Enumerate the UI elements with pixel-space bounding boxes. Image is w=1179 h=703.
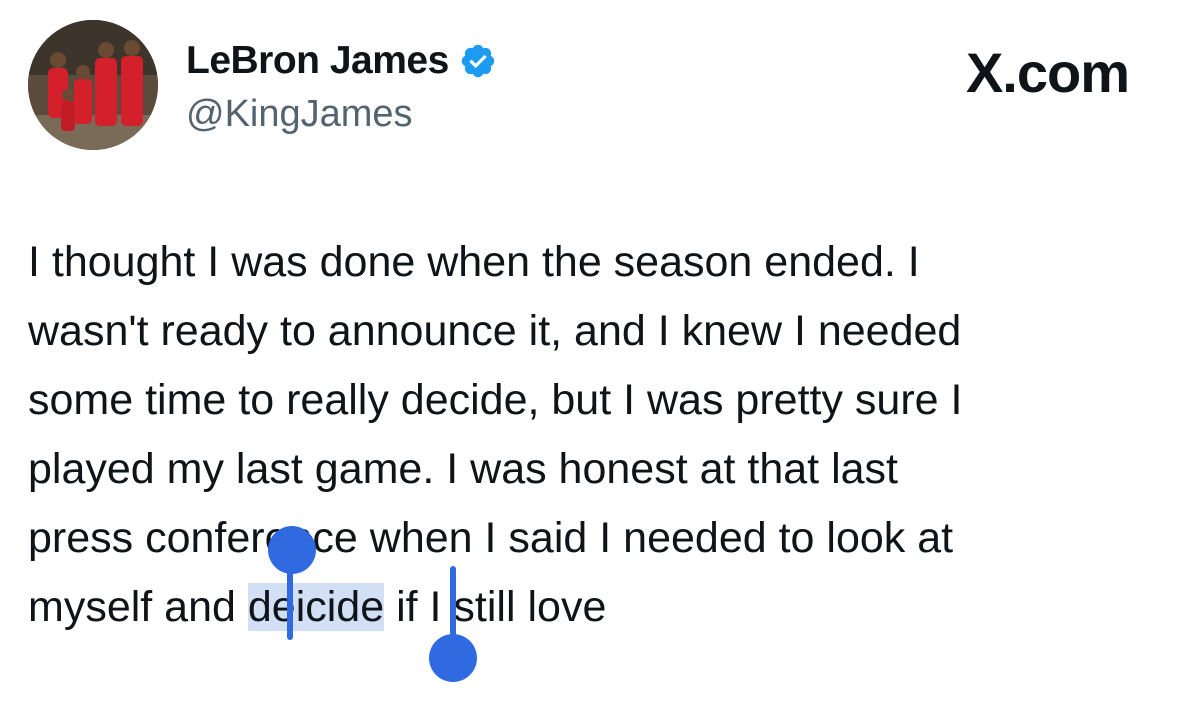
verified-badge-icon[interactable] bbox=[459, 42, 497, 80]
avatar-photo bbox=[28, 20, 158, 150]
tweet-line: some time to really decide, but I was pr… bbox=[28, 376, 963, 424]
tweet-header: LeBron James @KingJames X.com bbox=[0, 0, 1179, 170]
author-display-name[interactable]: LeBron James bbox=[186, 39, 449, 83]
brand-logo: X.com bbox=[965, 41, 1130, 104]
avatar[interactable] bbox=[28, 20, 158, 150]
tweet-text-segment: if I still love bbox=[384, 583, 607, 631]
tweet-line: myself and deicide if I still love bbox=[28, 573, 1158, 642]
selection-end-handle[interactable] bbox=[429, 634, 477, 682]
tweet-text-segment: myself and bbox=[28, 583, 248, 631]
selected-text[interactable]: deicide bbox=[247, 583, 385, 631]
tweet-line: I thought I was done when the season end… bbox=[28, 238, 920, 286]
selection-start-handle[interactable] bbox=[268, 526, 316, 574]
tweet-line: wasn't ready to announce it, and I knew … bbox=[28, 307, 962, 355]
tweet-line: press conference when I said I needed to… bbox=[28, 514, 954, 562]
tweet-line: played my last game. I was honest at tha… bbox=[28, 445, 898, 493]
author-name-row: LeBron James bbox=[186, 38, 497, 84]
tweet-text[interactable]: I thought I was done when the season end… bbox=[28, 228, 1158, 642]
author-handle[interactable]: @KingJames bbox=[186, 93, 413, 136]
